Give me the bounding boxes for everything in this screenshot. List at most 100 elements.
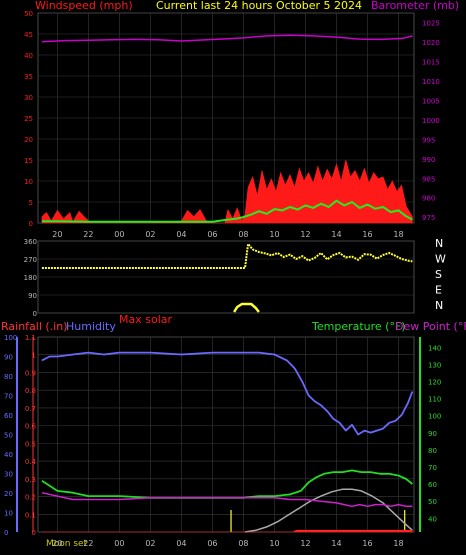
humidity-tick-label: 20 [4,490,13,498]
humidity-tick-label: 50 [4,432,13,440]
rain-tick-label: 1 [32,352,36,360]
temperature-tick-label: 90 [428,430,437,438]
temperature-tick-label: 50 [428,498,437,506]
hour-tick-label: 02 [145,539,155,548]
hour-tick-label: 20 [52,230,62,239]
hour-tick-label: 14 [331,230,341,239]
hour-tick-label: 16 [362,539,372,548]
wind-tick-label: 25 [24,115,33,123]
hour-tick-label: 04 [176,230,186,239]
hour-tick-label: 12 [300,230,310,239]
temperature-tick-label: 60 [428,481,437,489]
temperature-axis-title: Temperature (°F) [311,320,406,333]
temperature-tick-label: 130 [428,361,441,369]
barometer-tick-label: 1010 [422,78,440,86]
barometer-tick-label: 1000 [422,117,440,125]
barometer-axis-title: Barometer (mb) [371,0,459,12]
chart-background [0,0,466,555]
hour-tick-label: 20 [52,539,62,548]
chart-title: Current last 24 hours October 5 2024 [156,0,362,12]
temperature-tick-label: 100 [428,413,441,421]
direction-tick-label: 0 [33,310,37,318]
rain-tick-label: 0.5 [25,440,36,448]
humidity-axis-title: Humidity [66,320,116,333]
wind-tick-label: 5 [29,199,33,207]
rain-tick-label: 1.1 [25,334,36,342]
humidity-tick-label: 30 [4,471,13,479]
temperature-tick-label: 40 [428,515,437,523]
rain-tick-label: 0.8 [25,387,36,395]
humidity-tick-label: 90 [4,354,13,362]
wind-tick-label: 30 [24,94,33,102]
humidity-tick-label: 70 [4,393,13,401]
direction-tick-label: 90 [28,292,37,300]
rain-tick-label: 0.7 [25,405,36,413]
hour-tick-label: 06 [207,230,217,239]
hour-tick-label: 16 [362,230,372,239]
temperature-tick-label: 70 [428,464,437,472]
rain-tick-label: 0.6 [25,423,37,431]
rain-tick-label: 0.1 [25,511,36,519]
wind-tick-label: 15 [24,157,33,165]
hour-tick-label: 10 [269,230,279,239]
compass-label: W [435,253,446,266]
humidity-tick-label: 100 [4,334,17,342]
wind-tick-label: 40 [24,52,33,60]
hour-tick-label: 18 [393,539,403,548]
direction-tick-label: 360 [24,238,37,246]
barometer-tick-label: 975 [422,214,435,222]
wind-tick-label: 50 [24,10,33,18]
wind-tick-label: 35 [24,73,33,81]
temperature-tick-label: 80 [428,447,437,455]
barometer-tick-label: 1015 [422,59,440,67]
barometer-tick-label: 1025 [422,20,440,28]
rain-tick-label: 0.9 [25,369,36,377]
hour-tick-label: 08 [238,539,248,548]
compass-label: E [435,284,442,297]
hour-tick-label: 22 [83,230,93,239]
rain-tick-label: 0.4 [25,458,37,466]
barometer-tick-label: 985 [422,175,435,183]
wind-tick-label: 45 [24,31,33,39]
barometer-tick-label: 990 [422,156,435,164]
direction-tick-label: 270 [24,256,37,264]
compass-label: N [435,299,443,312]
humidity-tick-label: 40 [4,451,13,459]
windspeed-axis-title: Windspeed (mph) [35,0,133,12]
hour-tick-label: 08 [238,230,248,239]
humidity-tick-label: 80 [4,373,13,381]
rain-tick-label: 0 [32,529,36,537]
compass-label: S [435,268,442,281]
barometer-tick-label: 1020 [422,39,440,47]
compass-label: N [435,237,443,250]
hour-tick-label: 12 [300,539,310,548]
temperature-tick-label: 120 [428,378,441,386]
max-solar-label: Max solar [119,313,172,326]
hour-tick-label: 04 [176,539,186,548]
hour-tick-label: 00 [114,230,124,239]
hour-tick-label: 18 [393,230,403,239]
wind-tick-label: 10 [24,178,33,186]
direction-tick-label: 180 [24,274,37,282]
humidity-tick-label: 60 [4,412,13,420]
dew-point-axis-title: Dew Point (°F) [395,320,466,333]
humidity-tick-label: 0 [4,529,8,537]
barometer-tick-label: 980 [422,195,435,203]
hour-tick-label: 00 [114,539,124,548]
temperature-tick-label: 110 [428,396,441,404]
wind-tick-label: 0 [29,220,33,228]
hour-tick-label: 10 [269,539,279,548]
weather-chart: Current last 24 hours October 5 2024 Win… [0,0,466,555]
rainfall-axis-title: Rainfall (.in) [1,320,68,333]
hour-tick-label: 06 [207,539,217,548]
barometer-tick-label: 1005 [422,98,440,106]
rain-tick-label: 0.3 [25,476,36,484]
temperature-tick-label: 140 [428,344,441,352]
hour-tick-label: 14 [331,539,341,548]
humidity-tick-label: 10 [4,510,13,518]
barometer-tick-label: 995 [422,136,435,144]
wind-tick-label: 20 [24,136,33,144]
hour-tick-label: 02 [145,230,155,239]
rain-tick-label: 0.2 [25,494,36,502]
hour-tick-label: 22 [83,539,93,548]
